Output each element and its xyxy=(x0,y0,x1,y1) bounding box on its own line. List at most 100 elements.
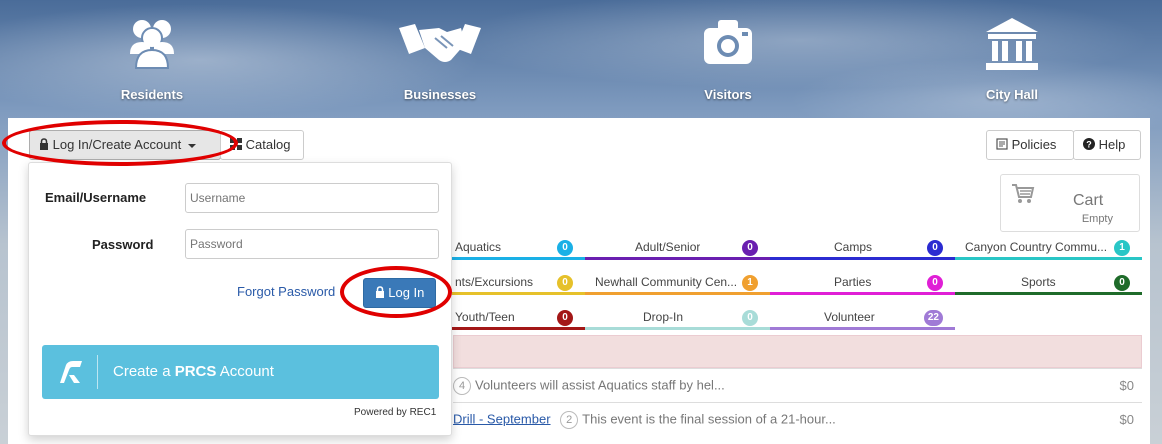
category-count: 0 xyxy=(742,310,758,326)
category-aquatics[interactable]: Aquatics 0 xyxy=(445,234,585,260)
policies-button[interactable]: Policies xyxy=(986,130,1074,160)
category-color-bar xyxy=(770,292,955,295)
username-input[interactable] xyxy=(185,183,439,213)
create-prefix: Create a xyxy=(113,363,175,380)
category-label: Canyon Country Commu... xyxy=(965,240,1108,254)
category-label: Camps xyxy=(834,240,873,254)
login-button[interactable]: Log In xyxy=(363,278,436,308)
lock-icon xyxy=(40,138,48,150)
row-price: $0 xyxy=(1119,412,1134,427)
help-button[interactable]: ? Help xyxy=(1073,130,1141,160)
row-price: $0 xyxy=(1119,378,1134,393)
category-color-bar xyxy=(445,292,585,295)
category-count: 1 xyxy=(1114,240,1130,256)
category-excursions[interactable]: nts/Excursions 0 xyxy=(445,269,585,295)
password-label: Password xyxy=(92,237,154,252)
login-button-label: Log In xyxy=(388,285,425,300)
create-brand: PRCS xyxy=(174,363,217,380)
nav-businesses[interactable]: Businesses xyxy=(350,14,530,102)
row-content: 4 Volunteers will assist Aquatics staff b… xyxy=(453,377,725,395)
nav-visitors[interactable]: Visitors xyxy=(638,14,818,102)
alert-banner xyxy=(453,335,1142,368)
category-canyon-country[interactable]: Canyon Country Commu... 1 xyxy=(955,234,1142,260)
catalog-label: Catalog xyxy=(245,137,291,152)
category-color-bar xyxy=(770,327,955,330)
category-label: nts/Excursions xyxy=(455,275,534,289)
category-label: Drop-In xyxy=(643,310,684,324)
people-icon xyxy=(130,20,174,69)
category-count: 0 xyxy=(557,275,573,291)
category-count: 1 xyxy=(742,275,758,291)
category-label: Parties xyxy=(834,275,872,289)
building-icon xyxy=(986,18,1038,70)
policies-label: Policies xyxy=(1011,137,1057,152)
row-description: Volunteers will assist Aquatics staff by… xyxy=(475,377,725,393)
question-circle-icon: ? xyxy=(1083,138,1095,150)
catalog-button[interactable]: Catalog xyxy=(220,130,304,160)
category-volunteer[interactable]: Volunteer 22 xyxy=(770,304,955,330)
category-color-bar xyxy=(585,292,770,295)
catalog-icon xyxy=(230,138,242,150)
create-account-label: Create a PRCS Account xyxy=(113,363,274,380)
category-label: Youth/Teen xyxy=(455,310,515,324)
category-count: 0 xyxy=(557,310,573,326)
category-color-bar xyxy=(445,257,585,260)
table-row[interactable]: 4 Volunteers will assist Aquatics staff b… xyxy=(453,368,1142,402)
login-toggle-label: Log In/Create Account xyxy=(52,137,182,152)
row-content: Drill - September 2 This event is the fin… xyxy=(453,411,836,429)
row-session-count: 4 xyxy=(453,377,471,395)
category-color-bar xyxy=(955,292,1142,295)
category-count: 0 xyxy=(742,240,758,256)
login-dropdown-toggle[interactable]: Log In/Create Account xyxy=(29,130,221,160)
category-color-bar xyxy=(445,327,585,330)
forgot-password-link[interactable]: Forgot Password xyxy=(237,284,335,299)
password-input[interactable] xyxy=(185,229,439,259)
table-row[interactable]: Drill - September 2 This event is the fin… xyxy=(453,402,1142,436)
category-label: Adult/Senior xyxy=(635,240,701,254)
nav-visitors-label: Visitors xyxy=(704,87,752,102)
category-drop-in[interactable]: Drop-In 0 xyxy=(585,304,770,330)
create-suffix: Account xyxy=(216,363,274,380)
category-count: 0 xyxy=(927,275,943,291)
help-label: Help xyxy=(1098,137,1126,152)
cart-status: Empty xyxy=(1081,213,1113,225)
cart-label: Cart xyxy=(1073,192,1104,209)
category-label: Newhall Community Cen... xyxy=(595,275,738,289)
handshake-icon xyxy=(399,24,481,62)
category-color-bar xyxy=(585,257,770,260)
nav-city-hall-label: City Hall xyxy=(985,87,1038,102)
document-icon xyxy=(996,138,1008,150)
create-divider xyxy=(97,355,98,389)
category-color-bar xyxy=(770,257,955,260)
nav-residents[interactable]: Residents xyxy=(62,14,242,102)
category-count: 0 xyxy=(927,240,943,256)
category-count: 22 xyxy=(923,310,943,326)
email-label: Email/Username xyxy=(45,190,147,205)
row-title-link[interactable]: Drill - September xyxy=(453,411,551,426)
nav-businesses-label: Businesses xyxy=(403,87,477,102)
category-adult-senior[interactable]: Adult/Senior 0 xyxy=(585,234,770,260)
svg-text:?: ? xyxy=(1086,140,1092,150)
category-label: Volunteer xyxy=(824,310,875,324)
top-navigation: Residents Businesses Visitors City Hall xyxy=(0,0,1162,118)
powered-by: Powered by REC1 xyxy=(354,407,437,418)
camera-icon xyxy=(704,20,752,64)
category-sports[interactable]: Sports 0 xyxy=(955,269,1142,295)
category-camps[interactable]: Camps 0 xyxy=(770,234,955,260)
category-parties[interactable]: Parties 0 xyxy=(770,269,955,295)
nav-residents-label: Residents xyxy=(120,87,184,102)
rec1-logo-icon xyxy=(60,361,82,383)
category-count: 0 xyxy=(557,240,573,256)
cart-widget[interactable]: Cart Empty xyxy=(1000,174,1140,232)
create-account-button[interactable]: Create a PRCS Account xyxy=(42,345,439,399)
category-color-bar xyxy=(955,257,1142,260)
category-youth-teen[interactable]: Youth/Teen 0 xyxy=(445,304,585,330)
row-session-count: 2 xyxy=(560,411,579,429)
category-newhall[interactable]: Newhall Community Cen... 1 xyxy=(585,269,770,295)
category-count: 0 xyxy=(1114,275,1130,291)
caret-down-icon xyxy=(187,143,196,148)
login-dropdown: Email/Username Password Forgot Password … xyxy=(28,162,452,436)
cart-icon xyxy=(1012,184,1035,203)
row-description: This event is the final session of a 21-… xyxy=(582,411,836,427)
nav-city-hall[interactable]: City Hall xyxy=(922,14,1102,102)
